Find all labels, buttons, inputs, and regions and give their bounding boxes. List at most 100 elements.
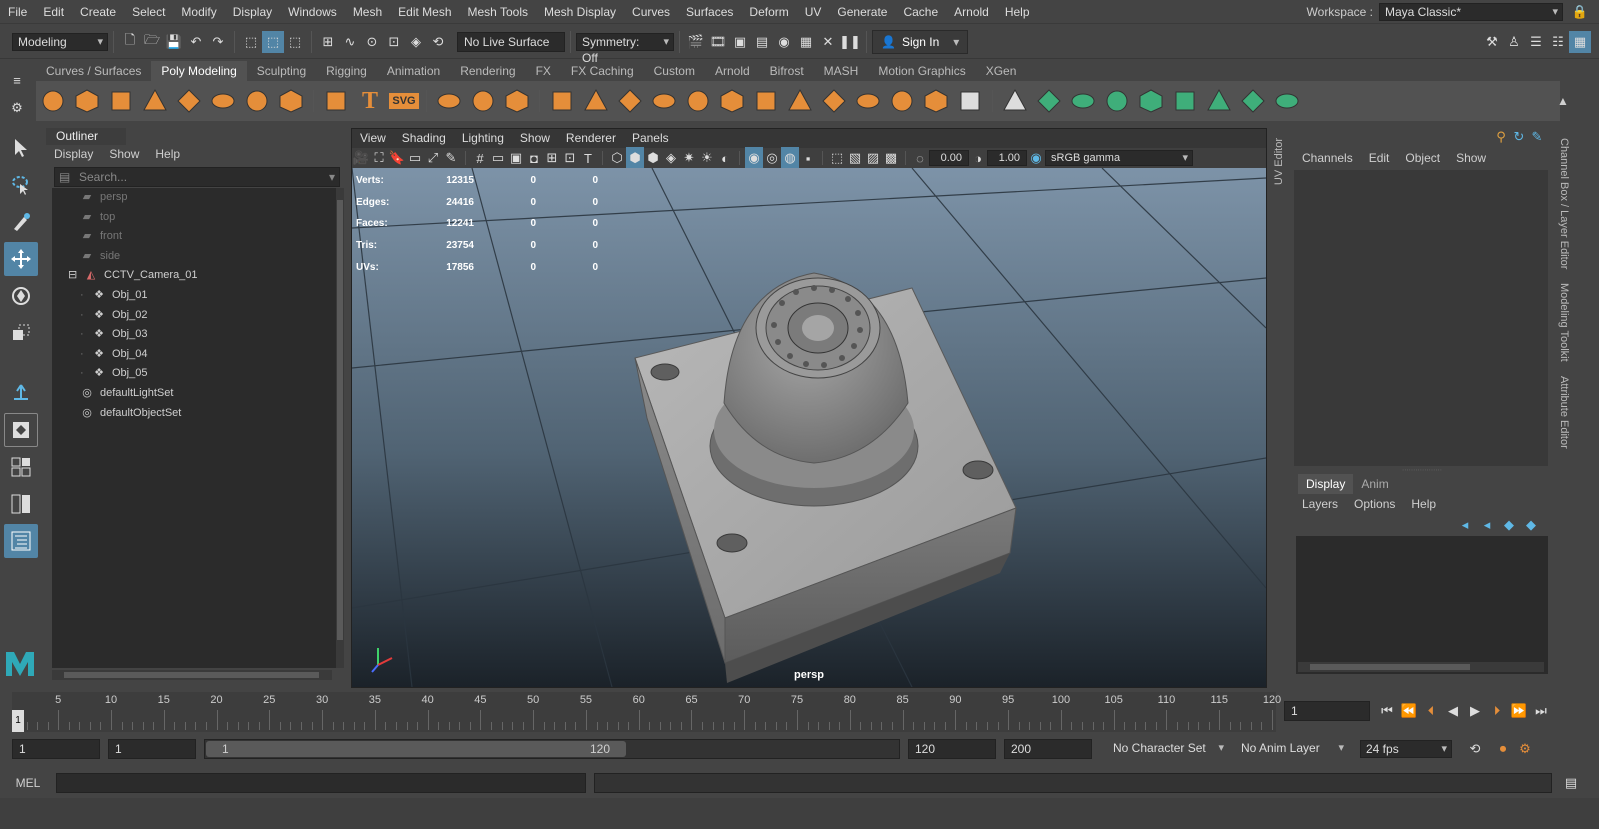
character-set-dropdown[interactable]: No Character Set xyxy=(1108,740,1228,758)
unfold-icon[interactable] xyxy=(1238,86,1268,116)
svg-icon[interactable]: SVG xyxy=(389,86,419,116)
shelf-tab-rendering[interactable]: Rendering xyxy=(450,61,525,81)
auto-key-icon[interactable]: ⏺ xyxy=(1492,738,1514,760)
play-forwards-icon[interactable]: ▶ xyxy=(1464,700,1486,722)
arnold-render-icon[interactable]: ✕ xyxy=(817,31,839,53)
viewport-menu-view[interactable]: View xyxy=(352,129,394,147)
soft-select-icon[interactable] xyxy=(955,86,985,116)
two-d-pan-zoom-icon[interactable]: ⤢ xyxy=(424,147,442,169)
playback-start-field[interactable]: 1 xyxy=(108,739,196,759)
layer-tab-anim[interactable]: Anim xyxy=(1353,474,1396,494)
animation-end-field[interactable]: 200 xyxy=(1004,739,1092,759)
cylinder-icon[interactable] xyxy=(106,86,136,116)
separate-icon[interactable] xyxy=(468,86,498,116)
current-frame-field[interactable]: 1 xyxy=(1284,701,1370,721)
color-management-icon[interactable]: ◉ xyxy=(1027,147,1045,169)
single-view-layout-icon[interactable] xyxy=(4,413,38,447)
four-view-layout-icon[interactable] xyxy=(4,450,38,484)
menu-select[interactable]: Select xyxy=(124,0,173,24)
platonic-icon[interactable] xyxy=(276,86,306,116)
two-sided-lighting-icon[interactable]: ▧ xyxy=(846,147,864,169)
splitter-handle[interactable]: ∙∙∙∙∙∙∙∙∙∙∙∙∙∙∙∙∙∙ xyxy=(1292,466,1552,474)
menu-file[interactable]: File xyxy=(0,0,35,24)
step-forward-icon[interactable]: ⏩ xyxy=(1508,700,1530,722)
select-camera-icon[interactable]: 🎥 xyxy=(352,147,370,169)
wireframe-on-shaded-icon[interactable]: ⬢ xyxy=(644,147,662,169)
menu-generate[interactable]: Generate xyxy=(829,0,895,24)
menu-uv[interactable]: UV xyxy=(797,0,830,24)
live-surface-field[interactable]: No Live Surface xyxy=(457,31,565,52)
backface-icon[interactable]: ▨ xyxy=(864,147,882,169)
layout-icon[interactable] xyxy=(1272,86,1302,116)
refresh-icon[interactable]: ↻ xyxy=(1510,126,1528,148)
render-sequence-icon[interactable]: 🎞 xyxy=(707,31,729,53)
current-frame-marker[interactable]: 1 xyxy=(12,710,24,732)
ipr-render-icon[interactable]: ▣ xyxy=(729,31,751,53)
menu-deform[interactable]: Deform xyxy=(741,0,796,24)
vtab-modeling-toolkit[interactable]: Modeling Toolkit xyxy=(1558,283,1570,362)
hypershade-icon[interactable]: ◉ xyxy=(773,31,795,53)
shelf-tab-sculpting[interactable]: Sculpting xyxy=(247,61,316,81)
symmetry-dropdown[interactable]: Symmetry: Off xyxy=(576,32,674,65)
ambient-occlusion-icon[interactable]: ◐ xyxy=(716,147,734,169)
render-current-frame-icon[interactable]: 🎬 xyxy=(685,31,707,53)
playback-end-field[interactable]: 120 xyxy=(908,739,996,759)
shelf-tab-arnold[interactable]: Arnold xyxy=(705,61,760,81)
safe-title-icon[interactable]: T xyxy=(579,147,597,169)
menu-cache[interactable]: Cache xyxy=(895,0,946,24)
gamma-field[interactable]: 1.00 xyxy=(987,150,1027,166)
menu-edit[interactable]: Edit xyxy=(35,0,72,24)
menu-modify[interactable]: Modify xyxy=(173,0,224,24)
plane-icon[interactable] xyxy=(208,86,238,116)
bookmark-icon[interactable]: 🔖 xyxy=(388,147,406,169)
go-to-end-icon[interactable]: ⏭ xyxy=(1530,700,1552,722)
layer-menu-help[interactable]: Help xyxy=(1411,497,1436,511)
resolution-gate-icon[interactable]: ▣ xyxy=(507,147,525,169)
snap-point-icon[interactable]: ⊙ xyxy=(361,31,383,53)
menu-windows[interactable]: Windows xyxy=(280,0,345,24)
channel-box-menu-object[interactable]: Object xyxy=(1405,151,1440,165)
exposure-icon[interactable]: ◌ xyxy=(911,147,929,169)
shelf-tab-curves-surfaces[interactable]: Curves / Surfaces xyxy=(36,61,151,81)
paint-select-tool-icon[interactable] xyxy=(4,205,38,239)
menu-mesh-tools[interactable]: Mesh Tools xyxy=(460,0,536,24)
mirror-icon[interactable] xyxy=(785,86,815,116)
grease-pencil-icon[interactable]: ✎ xyxy=(442,147,460,169)
rotate-tool-icon[interactable] xyxy=(4,279,38,313)
anim-layer-dropdown[interactable]: No Anim Layer xyxy=(1236,740,1348,758)
outliner-search-input[interactable]: ▤ Search... ▾ xyxy=(54,167,340,187)
type-text-icon[interactable]: T xyxy=(355,86,385,116)
vtab-channel-box-layer-editor[interactable]: Channel Box / Layer Editor xyxy=(1558,138,1570,269)
shelf-tab-bifrost[interactable]: Bifrost xyxy=(760,61,814,81)
shelf-tab-fx-caching[interactable]: FX Caching xyxy=(561,61,644,81)
disc-icon[interactable] xyxy=(242,86,272,116)
uv-editor-icon[interactable] xyxy=(1000,86,1030,116)
shelf-tab-motion-graphics[interactable]: Motion Graphics xyxy=(868,61,975,81)
edit-icon[interactable]: ✎ xyxy=(1528,126,1546,148)
menu-surfaces[interactable]: Surfaces xyxy=(678,0,741,24)
sign-in-button[interactable]: 👤 Sign In xyxy=(872,29,969,54)
layer-tab-display[interactable]: Display xyxy=(1298,474,1354,494)
bridge-icon[interactable] xyxy=(581,86,611,116)
script-editor-icon[interactable]: ▤ xyxy=(1560,772,1582,794)
exposure-field[interactable]: 0.00 xyxy=(929,150,969,166)
bool-icon[interactable] xyxy=(853,86,883,116)
menu-create[interactable]: Create xyxy=(72,0,124,24)
outliner-item[interactable]: ▰ persp xyxy=(52,188,336,208)
scale-tool-icon[interactable] xyxy=(4,316,38,350)
outliner-item[interactable]: ▰ front xyxy=(52,227,336,247)
outliner-hscrollbar[interactable] xyxy=(52,670,332,680)
grid-icon[interactable]: # xyxy=(471,147,489,169)
step-back-key-icon[interactable]: ⏴ xyxy=(1420,700,1442,722)
undo-icon[interactable]: ↶ xyxy=(185,31,207,53)
shadows-icon[interactable]: ☀ xyxy=(698,147,716,169)
outliner-item[interactable]: ⊟ ◭ CCTV_Camera_01 xyxy=(52,266,336,286)
outliner-menu-display[interactable]: Display xyxy=(54,147,93,161)
menu-mesh[interactable]: Mesh xyxy=(345,0,390,24)
use-all-lights-icon[interactable]: ✷ xyxy=(680,147,698,169)
menu-arnold[interactable]: Arnold xyxy=(946,0,997,24)
outliner-menu-show[interactable]: Show xyxy=(109,147,139,161)
xray-active-icon[interactable]: ◍ xyxy=(781,147,799,169)
move-layer-down-icon[interactable]: ◂ xyxy=(1476,514,1498,536)
smooth-icon[interactable] xyxy=(502,86,532,116)
